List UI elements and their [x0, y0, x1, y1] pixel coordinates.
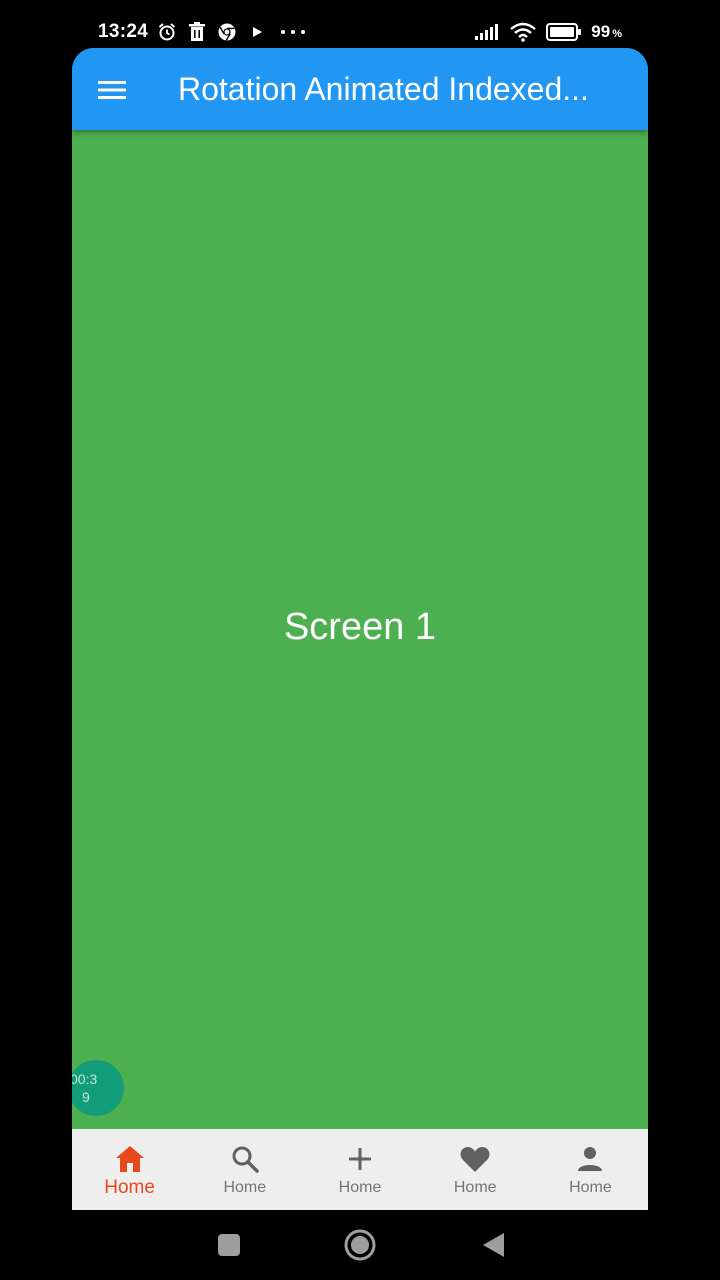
nav-item-home[interactable]: Home	[72, 1129, 187, 1210]
status-right: 99 %	[473, 14, 622, 50]
home-nav-button[interactable]	[343, 1228, 377, 1262]
recents-button[interactable]	[214, 1230, 244, 1260]
battery-unit: %	[612, 28, 622, 40]
back-triangle-icon	[483, 1233, 504, 1257]
battery-level: 99	[591, 22, 611, 41]
more-icon	[276, 21, 310, 43]
alarm-icon	[156, 21, 178, 43]
timer-text-line1: 00:3	[72, 1071, 98, 1087]
screen-content: Screen 1	[72, 130, 648, 1129]
trash-icon	[186, 21, 208, 43]
nav-label-search: Home	[223, 1179, 267, 1196]
status-bar: 13:24 99 %	[72, 14, 632, 50]
nav-label-favorites: Home	[453, 1179, 497, 1196]
app-window: Rotation Animated Indexed... Screen 1 00…	[72, 48, 648, 1210]
status-time: 13:24	[98, 21, 149, 42]
hamburger-menu-icon	[98, 81, 126, 99]
heart-icon	[458, 1142, 492, 1176]
system-navigation-bar	[0, 1210, 720, 1280]
app-title: Rotation Animated Indexed...	[178, 71, 589, 107]
status-left: 13:24	[72, 21, 310, 43]
nav-item-search[interactable]: Home	[187, 1129, 302, 1210]
battery-icon	[545, 21, 583, 43]
signal-icon	[473, 21, 501, 43]
nav-label-add: Home	[338, 1179, 382, 1196]
chrome-icon	[216, 21, 238, 43]
nav-item-profile[interactable]: Home	[533, 1129, 648, 1210]
app-bar: Rotation Animated Indexed...	[72, 48, 648, 130]
nav-item-add[interactable]: Home	[302, 1129, 417, 1210]
person-icon	[573, 1142, 607, 1176]
circle-icon	[344, 1229, 376, 1261]
back-button[interactable]	[478, 1230, 508, 1260]
bottom-navigation-bar: Home Home Home Home Home	[72, 1129, 648, 1210]
add-icon	[343, 1142, 377, 1176]
menu-button[interactable]	[92, 70, 132, 110]
search-icon	[228, 1142, 262, 1176]
square-icon	[218, 1234, 240, 1256]
nav-label-profile: Home	[569, 1179, 612, 1196]
phone-screen: 13:24 99 % Rotation Animated Indexed... …	[0, 0, 720, 1280]
play-icon	[246, 21, 268, 43]
home-icon	[113, 1142, 147, 1176]
wifi-icon	[509, 21, 537, 43]
screen-label: Screen 1	[283, 606, 437, 648]
nav-item-favorites[interactable]: Home	[418, 1129, 533, 1210]
nav-label-home: Home	[104, 1177, 155, 1198]
timer-text-line2: 9	[82, 1089, 90, 1105]
